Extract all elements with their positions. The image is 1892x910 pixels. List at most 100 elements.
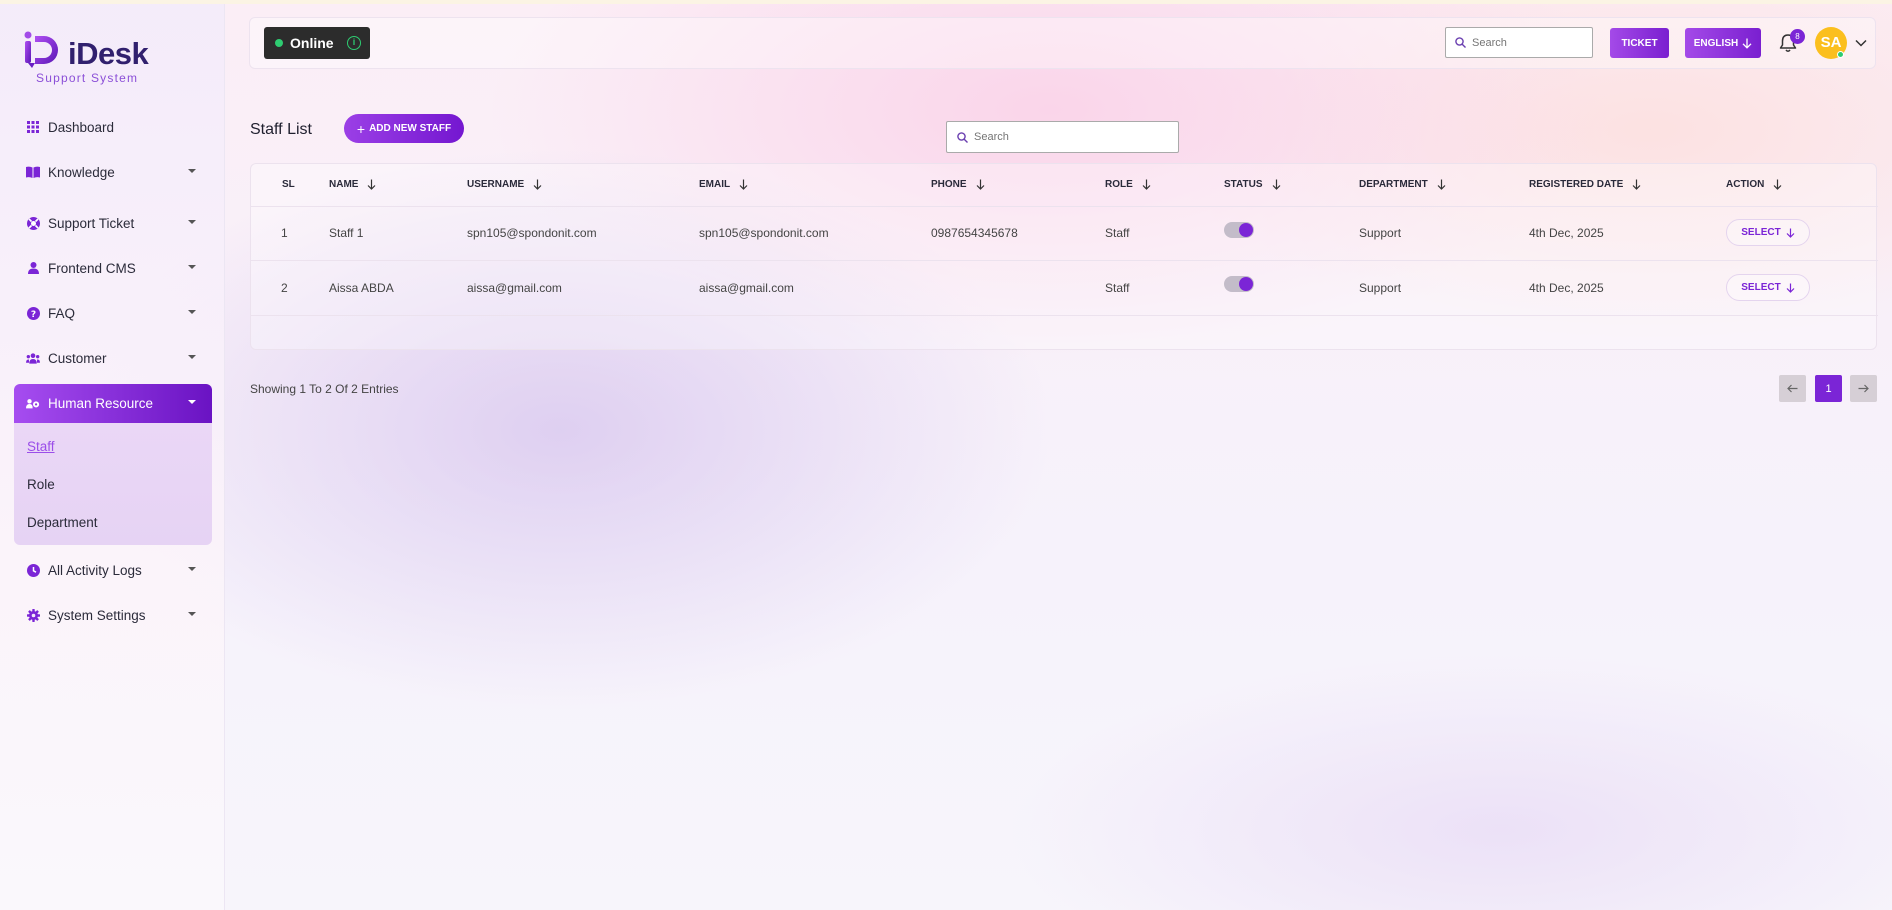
arrow-right-icon — [1858, 384, 1869, 393]
column-header-department[interactable]: DEPARTMENT — [1359, 179, 1446, 190]
toggle-knob — [1239, 277, 1253, 291]
toggle-knob — [1239, 223, 1253, 237]
online-status[interactable]: Online i — [264, 27, 370, 59]
table-search-box[interactable] — [946, 121, 1179, 153]
status-toggle[interactable] — [1224, 222, 1254, 238]
cell-sl: 1 — [281, 226, 288, 240]
caret-down-icon — [188, 355, 196, 359]
row-divider — [251, 315, 1878, 316]
arrow-down-icon — [1786, 283, 1795, 293]
sidebar-item-human-resource[interactable]: Human Resource — [14, 384, 212, 423]
column-header-phone[interactable]: PHONE — [931, 179, 985, 190]
logo-mark-icon — [24, 31, 58, 68]
caret-down-icon — [188, 612, 196, 616]
plus-icon: + — [356, 120, 366, 137]
cell-phone: 0987654345678 — [931, 226, 1018, 240]
column-header-status[interactable]: STATUS — [1224, 179, 1281, 190]
users-icon — [26, 351, 40, 365]
column-header-sl: SL — [282, 179, 295, 190]
column-header-email[interactable]: EMAIL — [699, 179, 748, 190]
top-bar: Online i TICKET ENGLISH 8 SA — [249, 17, 1876, 69]
sidebar-item-support-ticket[interactable]: Support Ticket — [14, 204, 212, 242]
sidebar-item-faq[interactable]: ? FAQ — [14, 294, 212, 332]
sidebar-item-label: FAQ — [48, 305, 76, 321]
arrow-down-icon — [1786, 228, 1795, 238]
human-resource-submenu: Staff Role Department — [14, 423, 212, 545]
sidebar-item-knowledge[interactable]: Knowledge — [14, 153, 212, 191]
caret-down-icon — [188, 169, 196, 173]
grid-icon — [26, 120, 40, 134]
cell-username: spn105@spondonit.com — [467, 226, 597, 240]
sort-arrow-icon — [739, 179, 748, 190]
submenu-item-role[interactable]: Role — [14, 465, 212, 503]
select-action-button[interactable]: SELECT — [1726, 219, 1810, 246]
cell-email: aissa@gmail.com — [699, 281, 794, 295]
entries-info: Showing 1 To 2 Of 2 Entries — [250, 382, 399, 396]
sidebar-item-label: Knowledge — [48, 164, 115, 180]
sidebar-item-label: Frontend CMS — [48, 260, 136, 276]
next-page-button[interactable] — [1850, 375, 1877, 402]
people-gear-icon — [26, 397, 40, 411]
search-icon — [957, 131, 968, 143]
sort-arrow-icon — [976, 179, 984, 190]
sort-arrow-icon — [1632, 179, 1641, 190]
table-search-input[interactable] — [974, 131, 1084, 143]
staff-table: SL NAME USERNAME EMAIL PHONE ROLE STATUS… — [250, 163, 1878, 350]
chevron-down-icon[interactable] — [1853, 35, 1869, 51]
language-button[interactable]: ENGLISH — [1685, 28, 1761, 58]
caret-down-icon — [188, 400, 196, 404]
user-icon — [26, 261, 40, 275]
notification-badge: 8 — [1790, 29, 1805, 44]
column-header-action[interactable]: ACTION — [1726, 179, 1782, 190]
cell-sl: 2 — [281, 281, 288, 295]
arrow-left-icon — [1787, 384, 1798, 393]
sort-arrow-icon — [533, 179, 542, 190]
status-label: Online — [290, 35, 334, 51]
sort-arrow-icon — [1272, 179, 1280, 190]
submenu-item-staff[interactable]: Staff — [14, 427, 212, 465]
sidebar-item-label: Customer — [48, 350, 107, 366]
sidebar-item-frontend-cms[interactable]: Frontend CMS — [14, 249, 212, 287]
ticket-button[interactable]: TICKET — [1610, 28, 1669, 58]
add-new-staff-button[interactable]: + ADD NEW STAFF — [344, 114, 464, 143]
lifering-icon — [26, 216, 40, 230]
gear-icon — [26, 608, 40, 622]
column-header-role[interactable]: ROLE — [1105, 179, 1151, 190]
sidebar-item-label: Support Ticket — [48, 215, 135, 231]
cell-department: Support — [1359, 226, 1402, 240]
select-label: SELECT — [1741, 227, 1781, 238]
top-search-input[interactable] — [1472, 36, 1582, 49]
column-header-name[interactable]: NAME — [329, 179, 376, 190]
prev-page-button[interactable] — [1779, 375, 1806, 402]
brand-logo[interactable]: iDesk Support System — [22, 28, 162, 86]
cell-role: Staff — [1105, 226, 1130, 240]
caret-down-icon — [188, 220, 196, 224]
info-icon[interactable]: i — [347, 36, 361, 50]
select-action-button[interactable]: SELECT — [1726, 274, 1810, 301]
svg-text:?: ? — [30, 310, 35, 320]
select-label: SELECT — [1741, 282, 1781, 293]
sidebar-item-customer[interactable]: Customer — [14, 339, 212, 377]
column-header-username[interactable]: USERNAME — [467, 179, 542, 190]
row-divider — [251, 260, 1878, 261]
sidebar-item-label: Dashboard — [48, 119, 115, 135]
cell-department: Support — [1359, 281, 1402, 295]
top-search-box[interactable] — [1445, 27, 1593, 58]
status-dot — [275, 39, 283, 47]
sidebar-item-label: Human Resource — [48, 396, 154, 411]
sidebar-item-dashboard[interactable]: Dashboard — [14, 108, 212, 146]
sidebar-item-activity-logs[interactable]: All Activity Logs — [14, 551, 212, 589]
page-number-button[interactable]: 1 — [1815, 375, 1842, 402]
cell-name: Staff 1 — [329, 226, 364, 240]
column-header-registered-date[interactable]: REGISTERED DATE — [1529, 179, 1641, 190]
submenu-item-department[interactable]: Department — [14, 503, 212, 541]
caret-down-icon — [188, 567, 196, 571]
avatar-online-dot — [1837, 51, 1844, 58]
cell-username: aissa@gmail.com — [467, 281, 562, 295]
sidebar-nav: Dashboard Knowledge Support Ticket Front… — [14, 108, 212, 634]
sidebar-item-label: System Settings — [48, 607, 146, 623]
sidebar-item-system-settings[interactable]: System Settings — [14, 596, 212, 634]
sort-arrow-icon — [1142, 179, 1151, 190]
status-toggle[interactable] — [1224, 276, 1254, 292]
page-title: Staff List — [250, 121, 312, 138]
